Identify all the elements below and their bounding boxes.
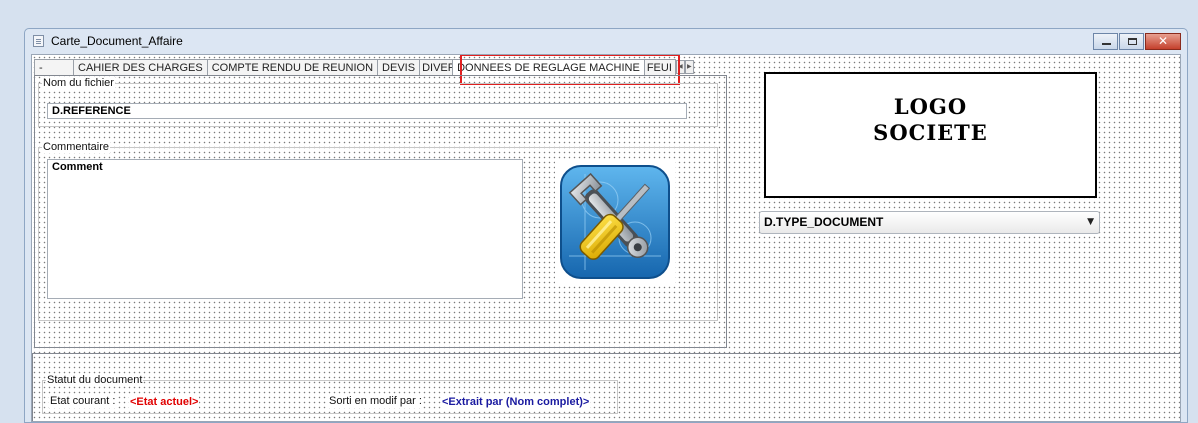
wrench-screwdriver-icon: [560, 165, 670, 279]
maximize-button[interactable]: [1119, 33, 1144, 50]
document-type-value: D.TYPE_DOCUMENT: [764, 215, 884, 229]
title-bar[interactable]: Carte_Document_Affaire ✕: [25, 29, 1187, 53]
chevron-down-icon[interactable]: ▼: [1087, 212, 1094, 233]
tab-divers[interactable]: DIVERS: [419, 59, 454, 76]
comment-label: Commentaire: [42, 141, 111, 153]
section-divider: [32, 353, 1180, 354]
checked-out-by-value: <Extrait par (Nom complet)>: [441, 396, 591, 409]
tab-control: - CAHIER DES CHARGES COMPTE RENDU DE REU…: [34, 55, 727, 349]
tab-scroll-right-icon[interactable]: ▶: [684, 60, 694, 74]
logo-line-2: SOCIETE: [873, 120, 988, 145]
file-name-group: Nom du fichier D.REFERENCE: [38, 77, 718, 127]
file-name-label: Nom du fichier: [42, 77, 115, 89]
close-icon: ✕: [1157, 34, 1169, 48]
minimize-button[interactable]: [1093, 33, 1118, 50]
tool-image: [555, 160, 675, 284]
file-name-field[interactable]: D.REFERENCE: [47, 103, 687, 119]
tab-compte-rendu-de-reunion[interactable]: COMPTE RENDU DE REUNION: [206, 59, 379, 76]
company-logo-placeholder: LOGO SOCIETE: [764, 72, 1097, 198]
minimize-icon: [1102, 43, 1111, 45]
form-canvas: - CAHIER DES CHARGES COMPTE RENDU DE REU…: [31, 54, 1181, 422]
tab-devis[interactable]: DEVIS: [377, 59, 421, 76]
maximize-icon: [1128, 38, 1137, 45]
form-icon: [33, 35, 44, 47]
close-button[interactable]: ✕: [1145, 33, 1181, 50]
window-controls: ✕: [1093, 33, 1181, 50]
window-title: Carte_Document_Affaire: [51, 34, 183, 48]
section-divider-left: [32, 353, 33, 421]
tab-cahier-des-charges[interactable]: CAHIER DES CHARGES: [73, 59, 208, 76]
tab-dash[interactable]: -: [34, 59, 74, 76]
current-state-value: <Etat actuel>: [129, 396, 200, 409]
window: Carte_Document_Affaire ✕ - CAHIER DES CH…: [24, 28, 1188, 423]
tab-panel: Nom du fichier D.REFERENCE Commentaire C…: [34, 75, 727, 348]
document-type-combobox[interactable]: D.TYPE_DOCUMENT ▼: [759, 211, 1100, 234]
checked-out-by-label: Sorti en modif par :: [328, 395, 423, 408]
document-status-group: Statut du document Etat courant : <Etat …: [42, 374, 618, 414]
document-status-label: Statut du document: [46, 374, 144, 386]
comment-field[interactable]: Comment: [47, 159, 523, 299]
logo-line-1: LOGO: [893, 94, 968, 119]
current-state-label: Etat courant :: [49, 395, 117, 408]
